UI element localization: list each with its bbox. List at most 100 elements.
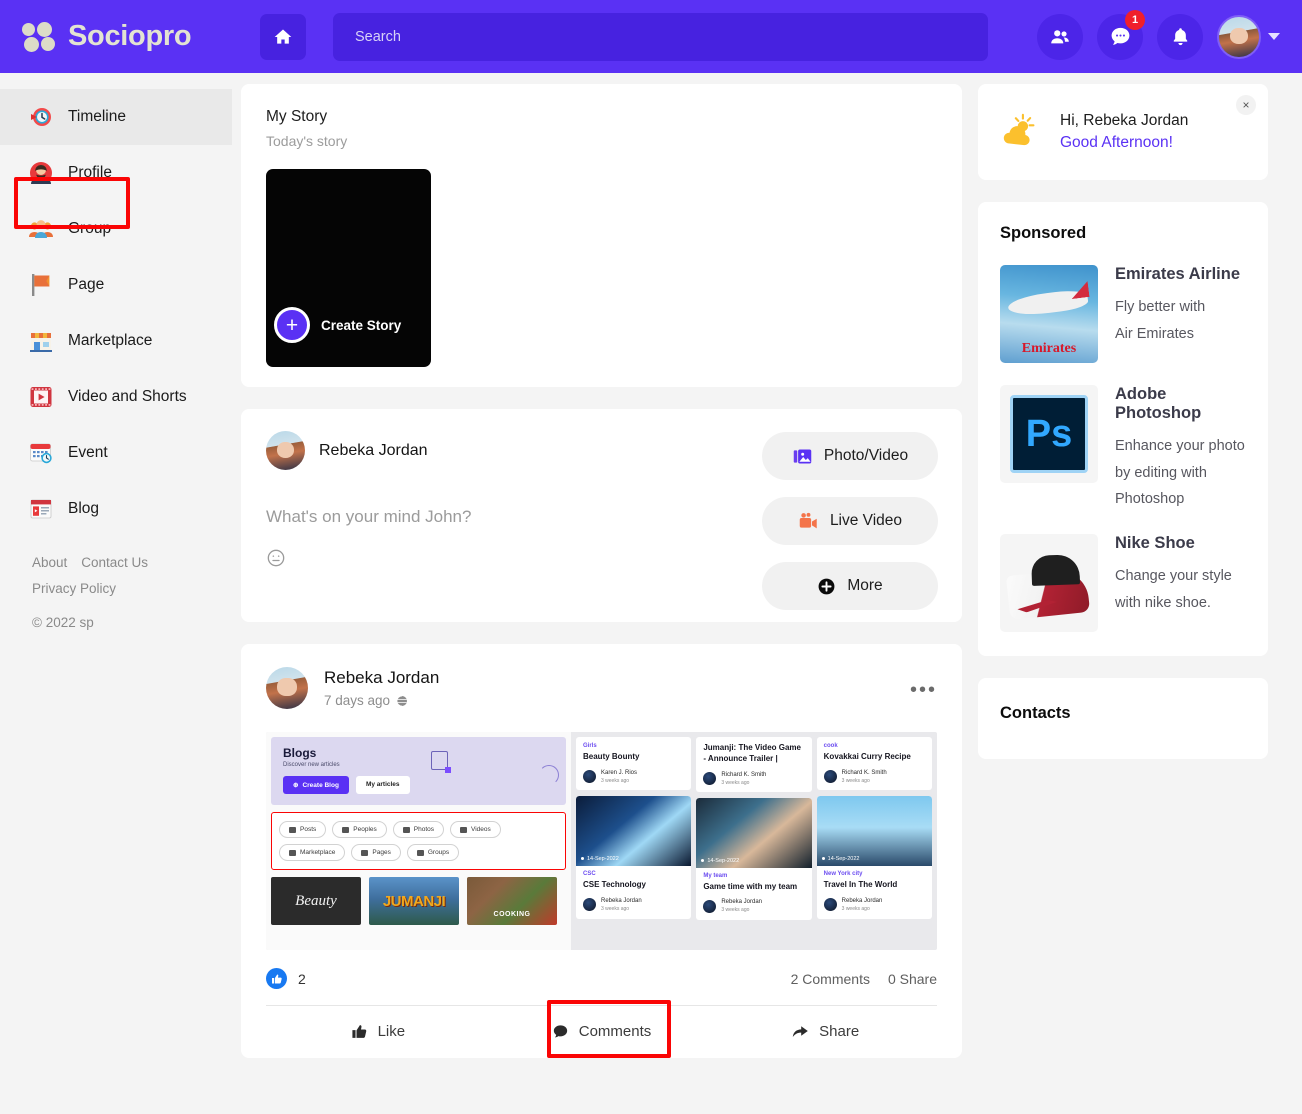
sponsored-title: Sponsored [1000,224,1246,243]
like-button[interactable]: Like [266,1022,490,1040]
create-story-row[interactable]: + Create Story [274,307,401,343]
home-button[interactable] [260,14,306,60]
sidebar-item-label: Event [68,444,108,462]
store-marketplace-icon [28,328,54,354]
thumbs-up-filled-icon [266,968,287,989]
sponsored-item-nike[interactable]: Nike Shoe Change your style with nike sh… [1000,534,1246,632]
embed-author-name: Karen J. Rios [601,770,637,776]
post-author-name[interactable]: Rebeka Jordan [324,668,439,688]
embed-hero-buttons: ⊕ Create Blog My articles [283,776,554,794]
contact-us-link[interactable]: Contact Us [81,555,148,570]
friends-button[interactable] [1037,14,1083,60]
messages-button[interactable]: 1 [1097,14,1143,60]
sidebar-footer: About Contact Us Privacy Policy © 2022 s… [0,537,232,630]
sidebar-item-timeline[interactable]: Timeline [0,89,232,145]
avatar [703,772,716,785]
avatar[interactable] [266,667,308,709]
post-timestamp: 7 days ago [324,693,439,708]
profile-menu-button[interactable] [1217,15,1280,59]
embed-thumb-beauty: Beauty [271,877,361,925]
embed-blog-title: Beauty Bounty [583,752,684,763]
sidebar-item-label: Page [68,276,104,294]
sidebar-item-page[interactable]: Page [0,257,232,313]
greeting-name: Hi, Rebeka Jordan [1060,112,1188,130]
sidebar-item-group[interactable]: Group [0,201,232,257]
search-bar[interactable] [333,13,988,61]
photo-video-label: Photo/Video [824,447,908,465]
greeting-text: Hi, Rebeka Jordan Good Afternoon! [1060,112,1188,152]
embed-blog-cards-grid: Girls Beauty Bounty Karen J. Rios 3 week… [576,732,937,950]
profile-avatar-icon [28,160,54,186]
sidebar-item-marketplace[interactable]: Marketplace [0,313,232,369]
document-icon [431,751,448,770]
comments-button[interactable]: Comments [490,1022,714,1040]
composer-action-buttons: Photo/Video Live Video [762,432,938,610]
embed-thumbnail-row: Beauty JUMANJI COOKING [271,877,566,925]
chevron-down-icon [1268,33,1280,40]
group-people-icon [28,216,54,242]
embed-blog-category: Girls [583,743,684,749]
embed-blog-card: Girls Beauty Bounty Karen J. Rios 3 week… [576,737,691,790]
embed-blog-column: Jumanji: The Video Game - Announce Trail… [696,737,811,945]
sidebar-item-event[interactable]: Event [0,425,232,481]
notifications-button[interactable] [1157,14,1203,60]
about-link[interactable]: About [32,555,67,570]
embed-blog-title: Travel In The World [824,880,925,891]
messages-badge: 1 [1125,10,1145,30]
blog-window-icon [28,496,54,522]
photo-video-button[interactable]: Photo/Video [762,432,938,480]
sidebar-item-label: Timeline [68,108,126,126]
embed-blog-card: Jumanji: The Video Game - Announce Trail… [696,737,811,792]
avatar [1217,15,1261,59]
post-time-label: 7 days ago [324,693,390,708]
sponsored-item-photoshop[interactable]: Ps Adobe Photoshop Enhance your photo by… [1000,385,1246,512]
share-count[interactable]: 0 Share [888,971,937,987]
post-text-input[interactable] [266,507,746,527]
post-embedded-screenshot[interactable]: Blogs Discover new articles ⊕ Create Blo… [266,732,937,950]
nike-shoe-icon [1000,534,1098,632]
greeting-card: Hi, Rebeka Jordan Good Afternoon! × [978,84,1268,180]
avatar [583,898,596,911]
live-video-button[interactable]: Live Video [762,497,938,545]
embed-thumb-jumanji: JUMANJI [369,877,459,925]
ad-text: Emirates Airline Fly better with Air Emi… [1115,265,1240,363]
more-dots-icon[interactable]: ••• [910,679,937,702]
embed-blog-card: 14-Sep-2022 CSC CSE Technology Rebeka Jo… [576,796,691,919]
embed-blog-image: 14-Sep-2022 [576,796,691,866]
embed-author-time: 3 weeks ago [601,778,637,784]
smiley-icon[interactable] [266,548,286,568]
privacy-policy-link[interactable]: Privacy Policy [32,581,232,596]
avatar [266,431,305,470]
embed-blog-title: Game time with my team [703,882,804,893]
embed-chip-marketplace: Marketplace [279,844,345,861]
live-video-icon [798,511,819,532]
close-icon[interactable]: × [1236,95,1256,115]
embed-blog-date: 14-Sep-2022 [701,858,739,864]
ad-description-line1: Change your style [1115,564,1232,589]
contacts-card: Contacts [978,678,1268,759]
flag-page-icon [28,272,54,298]
live-video-label: Live Video [830,512,902,530]
create-story-tile[interactable]: + Create Story [266,169,431,367]
sidebar-item-label: Marketplace [68,332,152,350]
sponsored-item-emirates[interactable]: Emirates Emirates Airline Fly better wit… [1000,265,1246,363]
avatar [703,900,716,913]
ad-text: Adobe Photoshop Enhance your photo by ed… [1115,385,1246,512]
brand-logo-area[interactable]: Sociopro [22,20,232,53]
greeting-message: Good Afternoon! [1060,134,1188,152]
like-summary[interactable]: 2 [266,968,306,989]
embed-blog-card: cook Kovakkai Curry Recipe Richard K. Sm… [817,737,932,790]
comments-count[interactable]: 2 Comments [791,971,870,987]
sidebar-item-profile[interactable]: Profile [0,145,232,201]
sidebar-item-video-and-shorts[interactable]: Video and Shorts [0,369,232,425]
thumbs-up-icon [351,1023,368,1040]
share-button[interactable]: Share [713,1022,937,1040]
sidebar-item-blog[interactable]: Blog [0,481,232,537]
more-button[interactable]: More [762,562,938,610]
sidebar-item-label: Profile [68,164,112,182]
embed-author-name: Richard K. Smith [842,770,887,776]
search-input[interactable] [355,29,966,45]
embed-blog-image: 14-Sep-2022 [696,798,811,868]
ad-title: Emirates Airline [1115,265,1240,284]
ad-title: Adobe Photoshop [1115,385,1246,423]
